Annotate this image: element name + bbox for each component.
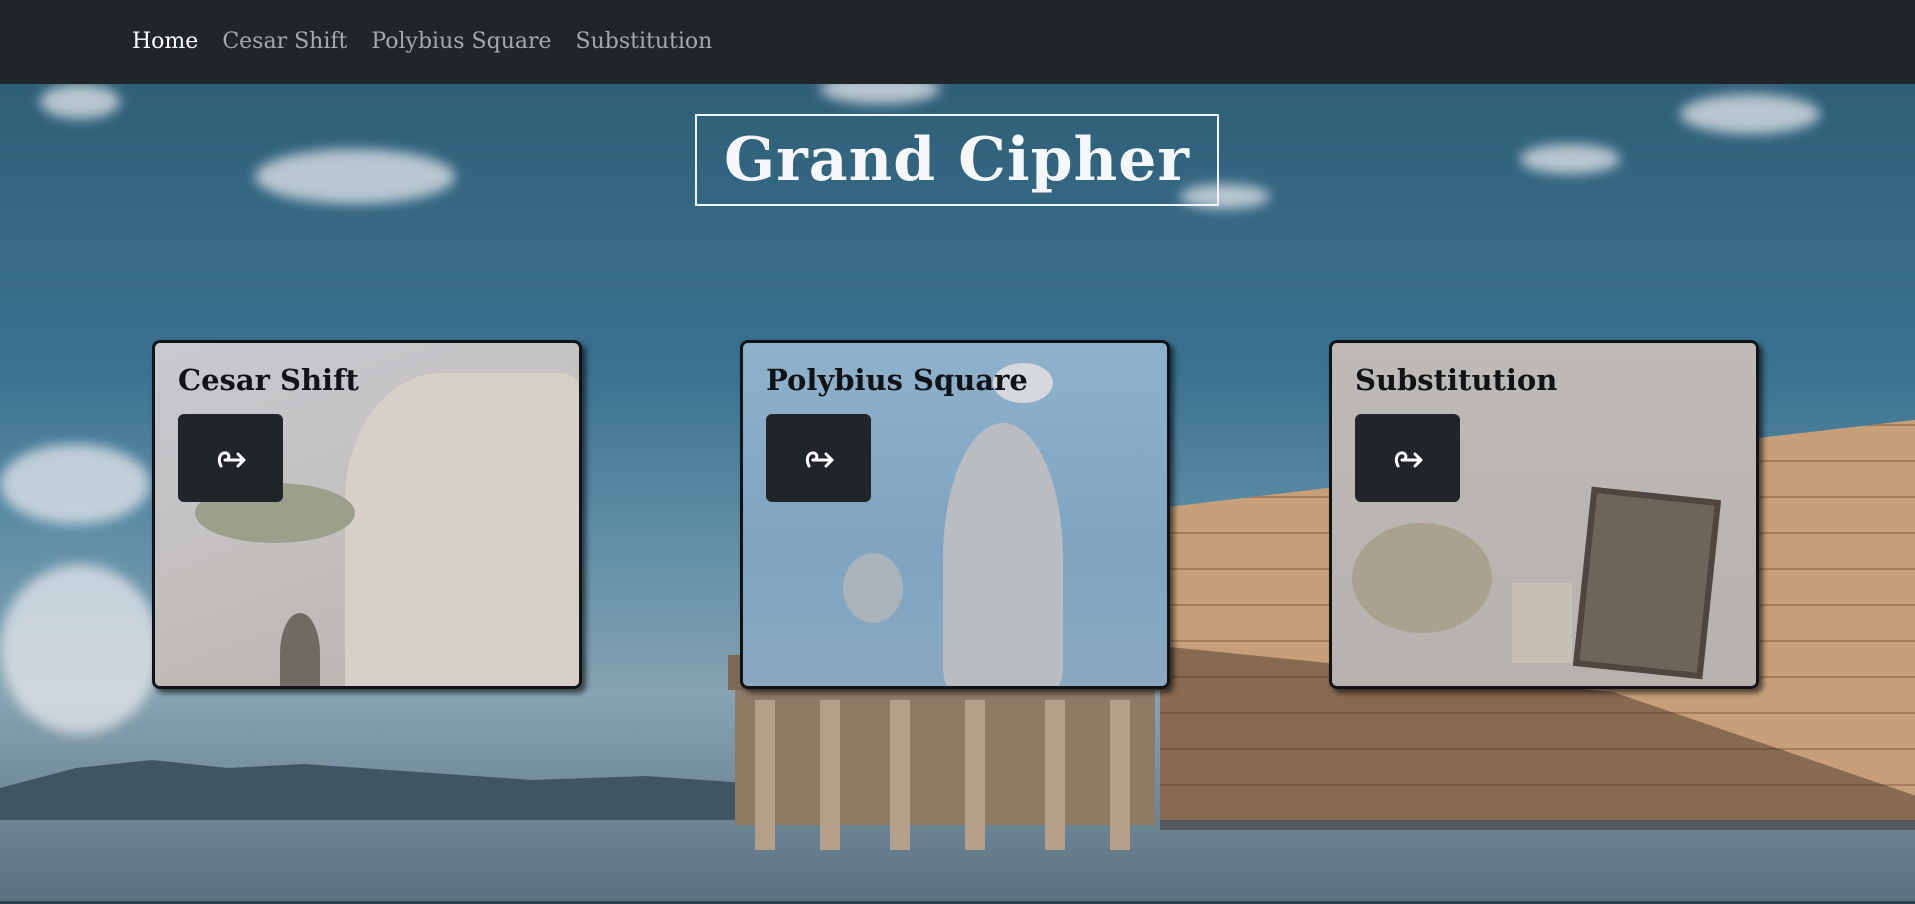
arrow-hook-right-icon [1394,451,1422,468]
statue-shape [943,423,1063,686]
cloud [0,564,160,734]
nav-link-substitution[interactable]: Substitution [564,0,725,84]
nav-link-home[interactable]: Home [132,0,210,84]
caryatid-column [890,700,910,850]
cave-shape [280,613,320,686]
card-title: Polybius Square [766,363,1028,397]
card-photo-shape [1512,583,1572,663]
card-substitution: Substitution [1329,340,1759,689]
portrait-frame [1572,486,1722,680]
card-title: Substitution [1355,363,1558,397]
top-navbar: Home Cesar Shift Polybius Square Substit… [0,0,1915,84]
caryatid-column [820,700,840,850]
page-title: Grand Cipher [723,125,1191,195]
caryatid-column [755,700,775,850]
caryatid-column [965,700,985,850]
cloud [1520,144,1620,174]
cloud [1680,94,1820,134]
cloud [255,149,455,204]
flowers-shape [843,553,903,623]
title-box: Grand Cipher [695,114,1219,206]
bouquet-shape [1352,523,1492,633]
nav-list: Home Cesar Shift Polybius Square Substit… [132,0,724,84]
nav-link-cesar-shift[interactable]: Cesar Shift [210,0,359,84]
cloud [820,84,940,104]
cloud [40,84,120,119]
card-polybius-square: Polybius Square [740,340,1170,689]
cliff-shape [345,373,579,686]
caryatid-column [1110,700,1130,850]
open-substitution-button[interactable] [1355,414,1460,502]
card-title: Cesar Shift [178,363,359,397]
nav-link-polybius-square[interactable]: Polybius Square [359,0,563,84]
cloud [0,444,150,524]
arrow-hook-right-icon [805,451,833,468]
open-cesar-shift-button[interactable] [178,414,283,502]
open-polybius-square-button[interactable] [766,414,871,502]
caryatid-column [1045,700,1065,850]
arrow-hook-right-icon [217,451,245,468]
card-cesar-shift: Cesar Shift [152,340,582,689]
